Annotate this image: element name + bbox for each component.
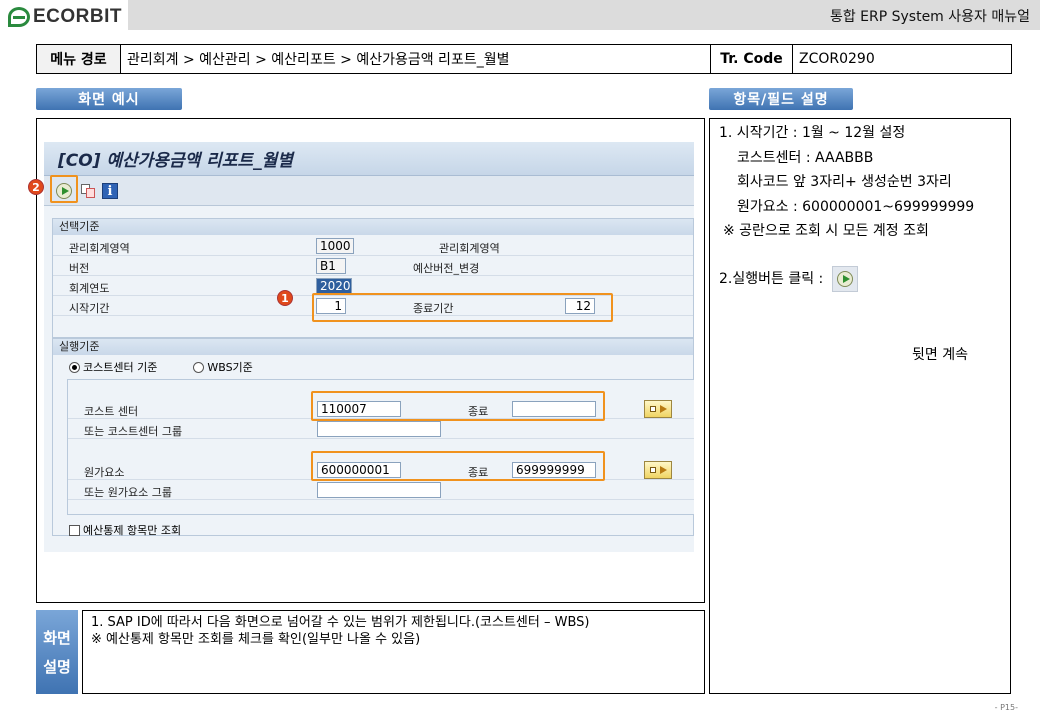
logo-text: ECORBIT (33, 6, 122, 27)
logo-mark-icon (8, 7, 30, 27)
desc-line-cost-center: 코스트센터 : AAABBB (737, 149, 874, 166)
sap-report-title: [CO] 예산가용금액 리포트_월별 (44, 142, 694, 176)
cost-element-group-field[interactable] (317, 482, 441, 498)
selection-criteria-group: 선택기준 관리회계영역 1000 관리회계영역 버전 B1 예산버전_변경 회계… (52, 218, 694, 338)
continued-note: 뒷면 계속 (912, 347, 968, 363)
desc-line-period: 1. 시작기간 : 1월 ~ 12월 설정 (719, 125, 906, 141)
document-header: ECORBIT 통합 ERP System 사용자 매뉴얼 (0, 0, 1040, 30)
row-cost-element-group: 또는 원가요소 그룹 (68, 481, 694, 500)
execution-criteria-group: 실행기준 코스트센터 기준 WBS기준 코스트 센터 110007 종료 또는 … (52, 338, 694, 538)
radio-selected-icon (69, 361, 80, 373)
start-period-field[interactable]: 1 (316, 298, 346, 314)
checkbox-icon (69, 524, 80, 536)
version-label: 버전 (69, 262, 90, 275)
variant-button[interactable] (78, 181, 98, 201)
radio-unselected-icon (193, 361, 205, 373)
company-logo: ECORBIT (8, 5, 122, 29)
cost-center-from-field[interactable]: 110007 (317, 401, 401, 417)
sap-screen: [CO] 예산가용금액 리포트_월별 i 선택기준 관리회계영역 1000 관리… (44, 142, 694, 552)
info-icon: i (102, 183, 118, 199)
execution-criteria-header: 실행기준 (53, 339, 693, 355)
fiscal-year-label: 회계연도 (69, 282, 110, 295)
cost-element-to-field[interactable]: 699999999 (512, 462, 596, 478)
desc-line-company-code: 회사코드 앞 3자리+ 생성순번 3자리 (737, 174, 952, 190)
multiple-selection-icon (649, 406, 656, 412)
row-version: 버전 B1 예산버전_변경 (53, 257, 693, 276)
controlling-area-field[interactable]: 1000 (316, 238, 354, 254)
header-strip: 통합 ERP System 사용자 매뉴얼 (128, 0, 1040, 30)
row-cost-element: 원가요소 600000001 종료 699999999 (68, 461, 694, 480)
row-cost-center-group: 또는 코스트센터 그룹 (68, 420, 694, 439)
end-period-label: 종료기간 (413, 302, 454, 315)
cost-center-group-label: 또는 코스트센터 그룹 (84, 425, 183, 438)
desc-line-execute: 2.실행버튼 클릭 : (719, 265, 1010, 292)
cost-center-label: 코스트 센터 (84, 405, 139, 418)
fiscal-year-field[interactable]: 2020 (316, 278, 352, 294)
screen-example-tab: 화면 예시 (36, 88, 182, 110)
screen-desc-line-1: 1. SAP ID에 따라서 다음 화면으로 넘어갈 수 있는 범위가 제한됩니… (91, 615, 590, 630)
end-period-field[interactable]: 12 (565, 298, 595, 314)
row-cost-center: 코스트 센터 110007 종료 (68, 400, 694, 419)
screen-description-tab: 화면 설명 (36, 610, 78, 694)
cost-center-group-field[interactable] (317, 421, 441, 437)
version-desc: 예산버전_변경 (413, 262, 480, 275)
radio-wbs[interactable]: WBS기준 (193, 359, 253, 375)
controlling-area-desc: 관리회계영역 (439, 242, 500, 255)
manual-title: 통합 ERP System 사용자 매뉴얼 (829, 9, 1030, 25)
radio-cost-center[interactable]: 코스트센터 기준 (69, 359, 157, 375)
callout-badge-1: 1 (277, 290, 293, 306)
range-inner-box: 코스트 센터 110007 종료 또는 코스트센터 그룹 원가요소 600000… (67, 379, 694, 515)
budget-control-label: 예산통제 항목만 조회 (83, 524, 182, 537)
controlling-area-label: 관리회계영역 (69, 242, 130, 255)
cost-element-group-label: 또는 원가요소 그룹 (84, 486, 172, 499)
execute-icon (831, 265, 858, 292)
tcode-value: ZCOR0290 (799, 51, 875, 67)
tcode-label: Tr. Code (711, 45, 793, 73)
cost-element-label: 원가요소 (84, 466, 125, 479)
sap-toolbar: i (44, 176, 694, 206)
callout-badge-2: 2 (28, 179, 44, 195)
selection-criteria-header: 선택기준 (53, 219, 693, 235)
multiple-selection-icon (649, 467, 656, 473)
row-controlling-area: 관리회계영역 1000 관리회계영역 (53, 237, 693, 256)
row-start-period: 시작기간 1 종료기간 12 (53, 297, 693, 316)
menu-path-table: 메뉴 경로 관리회계 > 예산관리 > 예산리포트 > 예산가용금액 리포트_월… (36, 44, 1012, 74)
cost-center-to-label: 종료 (468, 405, 489, 418)
basis-radio-group: 코스트센터 기준 WBS기준 (69, 359, 253, 375)
cost-element-to-label: 종료 (468, 466, 489, 479)
cost-element-from-field[interactable]: 600000001 (317, 462, 401, 478)
cost-center-multi-select-button[interactable] (644, 400, 672, 418)
execute-icon (56, 183, 72, 199)
row-fiscal-year: 회계연도 2020 (53, 277, 693, 296)
menu-path: 관리회계 > 예산관리 > 예산리포트 > 예산가용금액 리포트_월별 (121, 45, 711, 73)
start-period-label: 시작기간 (69, 302, 110, 315)
budget-control-checkbox[interactable]: 예산통제 항목만 조회 (69, 522, 181, 538)
field-description-tab: 항목/필드 설명 (709, 88, 853, 110)
cost-element-multi-select-button[interactable] (644, 461, 672, 479)
desc-line-cost-element: 원가요소 : 600000001~699999999 (737, 198, 975, 215)
desc-line-blank-note: ※ 공란으로 조회 시 모든 계정 조회 (723, 223, 929, 239)
menu-path-label: 메뉴 경로 (37, 45, 121, 73)
execute-button[interactable] (54, 181, 74, 201)
version-field[interactable]: B1 (316, 258, 346, 274)
cost-center-to-field[interactable] (512, 401, 596, 417)
screen-description-box: 1. SAP ID에 따라서 다음 화면으로 넘어갈 수 있는 범위가 제한됩니… (82, 610, 705, 694)
page-number: - P15- (994, 703, 1018, 712)
screen-desc-line-2: ※ 예산통제 항목만 조회를 체크를 확인(일부만 나올 수 있음) (91, 632, 421, 647)
field-description-panel: 1. 시작기간 : 1월 ~ 12월 설정 코스트센터 : AAABBB 회사코… (709, 118, 1011, 694)
info-button[interactable]: i (100, 181, 120, 201)
